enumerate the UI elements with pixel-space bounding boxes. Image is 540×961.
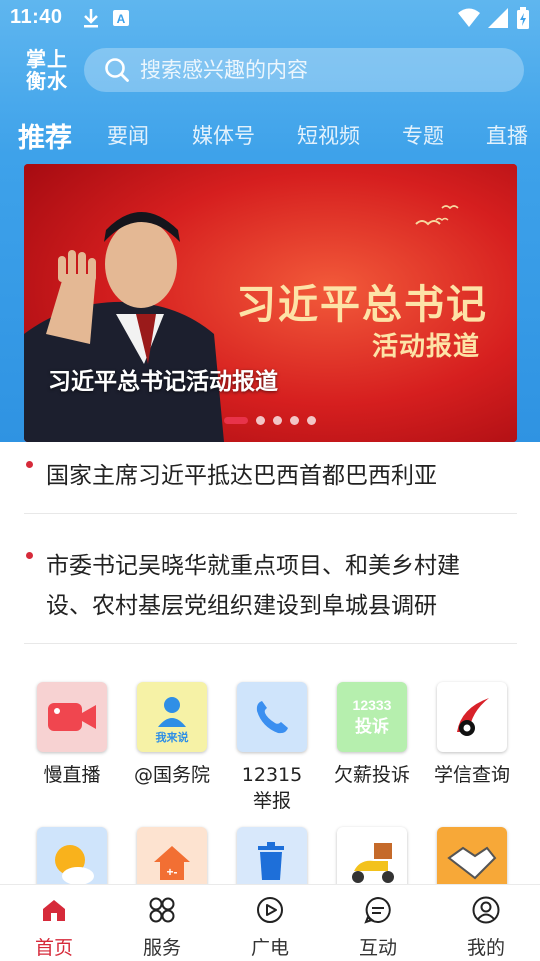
tab-topics[interactable]: 专题 <box>402 120 444 150</box>
tab-recommend[interactable]: 推荐 <box>18 116 72 155</box>
play-circle-icon <box>257 897 283 923</box>
carousel-dot[interactable] <box>224 417 248 424</box>
service-label: 慢直播 <box>43 764 101 786</box>
carousel-indicator <box>224 416 316 425</box>
news-item[interactable]: 市委书记吴晓华就重点项目、和美乡村建 设、农村基层党组织建设到阜城县调研 <box>24 514 517 644</box>
nav-label: 首页 <box>34 937 73 959</box>
video-camera-icon <box>37 682 107 752</box>
download-icon <box>84 9 98 28</box>
news-bullet <box>26 552 33 559</box>
nav-home[interactable]: 首页 <box>14 895 94 960</box>
service-12315-report[interactable]: 12315 举报 <box>222 682 322 814</box>
person-speak-icon: 我来说 <box>137 682 207 752</box>
svg-text:+-: +- <box>166 865 177 879</box>
chat-bubble-icon <box>364 896 391 924</box>
home-icon <box>43 900 65 921</box>
signal-icon <box>488 8 508 28</box>
bottom-navigation: 首页 服务 广电 互动 我的 <box>0 884 540 961</box>
logo-line2: 衡水 <box>26 69 68 93</box>
user-circle-icon <box>472 896 500 924</box>
search-icon <box>105 58 129 82</box>
carousel-dot[interactable] <box>256 416 265 425</box>
status-bar: 11:40 A <box>0 0 540 36</box>
battery-icon <box>517 7 529 29</box>
service-label: @国务院 <box>133 764 210 786</box>
news-title: 国家主席习近平抵达巴西首都巴西利亚 <box>46 463 437 489</box>
service-wage-complaint[interactable]: 12333 投诉 欠薪投诉 <box>322 682 422 788</box>
wifi-icon <box>458 8 480 27</box>
nav-label: 广电 <box>250 937 289 959</box>
svg-text:12333: 12333 <box>353 697 392 713</box>
nav-interaction[interactable]: 互动 <box>338 895 418 960</box>
nav-mine[interactable]: 我的 <box>446 895 526 960</box>
nav-label: 我的 <box>466 937 505 959</box>
nav-label: 服务 <box>142 937 181 959</box>
banner-subheadline: 活动报道 <box>372 332 481 362</box>
carousel-dot[interactable] <box>290 416 299 425</box>
service-label: 12315 举报 <box>241 764 303 812</box>
carousel-dot[interactable] <box>273 416 282 425</box>
nav-broadcast[interactable]: 广电 <box>230 895 310 960</box>
a-icon: A <box>113 10 129 26</box>
tab-media[interactable]: 媒体号 <box>192 120 255 150</box>
news-title: 市委书记吴晓华就重点项目、和美乡村建 设、农村基层党组织建设到阜城县调研 <box>46 553 460 619</box>
service-chsi-query[interactable]: 学信查询 <box>422 682 522 788</box>
service-label: 学信查询 <box>433 764 510 786</box>
tab-news[interactable]: 要闻 <box>107 120 149 150</box>
service-label: 欠薪投诉 <box>333 764 410 786</box>
complaint-icon: 12333 投诉 <box>337 682 407 752</box>
service-state-council[interactable]: 我来说 @国务院 <box>122 682 222 788</box>
category-tabs: 推荐 要闻 媒体号 短视频 专题 直播 <box>0 112 540 156</box>
svg-text:我来说: 我来说 <box>156 730 189 744</box>
news-list: 国家主席习近平抵达巴西首都巴西利亚 市委书记吴晓华就重点项目、和美乡村建 设、农… <box>24 442 517 644</box>
banner-carousel[interactable]: 习近平总书记 活动报道 习近平总书记活动报道 <box>24 164 517 442</box>
chsi-logo-icon <box>437 682 507 752</box>
tab-short-video[interactable]: 短视频 <box>297 120 360 150</box>
news-bullet <box>26 461 33 468</box>
logo-line1: 掌上 <box>26 47 68 71</box>
phone-icon <box>237 682 307 752</box>
carousel-dot[interactable] <box>307 416 316 425</box>
services-grid-icon <box>149 897 175 923</box>
service-slow-live[interactable]: 慢直播 <box>22 682 122 788</box>
status-time: 11:40 <box>10 6 63 28</box>
app-logo[interactable]: 掌上 衡水 <box>22 48 72 92</box>
svg-text:A: A <box>117 12 126 26</box>
search-input[interactable] <box>138 57 502 83</box>
svg-text:投诉: 投诉 <box>355 716 389 737</box>
tab-live[interactable]: 直播 <box>486 120 528 150</box>
banner-headline: 习近平总书记 <box>236 282 488 328</box>
banner-caption: 习近平总书记活动报道 <box>48 369 278 395</box>
app-header: 掌上 衡水 <box>0 44 540 98</box>
search-bar[interactable] <box>84 48 524 92</box>
news-item[interactable]: 国家主席习近平抵达巴西首都巴西利亚 <box>24 442 517 514</box>
nav-services[interactable]: 服务 <box>122 895 202 960</box>
nav-label: 互动 <box>358 937 397 959</box>
